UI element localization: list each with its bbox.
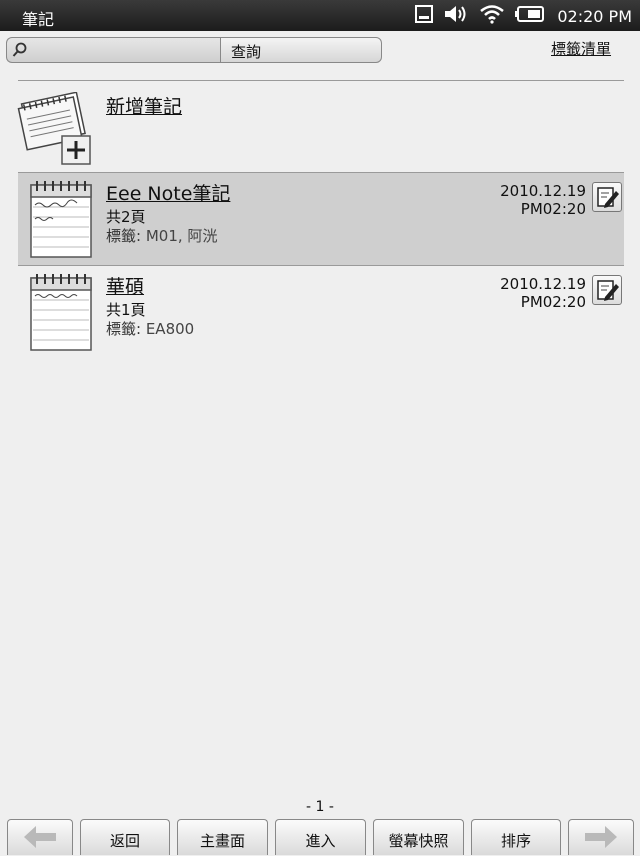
home-button[interactable]: 主畫面 — [177, 819, 268, 855]
app-title: 筆記 — [22, 10, 55, 29]
note-tags-label: 標籤: — [106, 320, 142, 338]
edit-pencil-icon — [597, 280, 619, 301]
next-page-button[interactable] — [568, 819, 634, 855]
note-page-count: 共1頁 — [106, 301, 146, 319]
keyboard-icon — [415, 5, 434, 27]
note-tags-label: 標籤: — [106, 227, 142, 245]
tag-list-link[interactable]: 標籤清單 — [551, 38, 611, 59]
page-indicator: - 1 - — [306, 799, 334, 815]
note-title[interactable]: Eee Note筆記 — [106, 179, 230, 206]
clock: 02:20 PM — [557, 6, 632, 26]
note-list-item[interactable]: Eee Note筆記 共2頁 標籤: M01, 阿洸 2010.12.19 PM… — [18, 173, 624, 265]
divider — [18, 80, 624, 81]
note-tags: EA800 — [141, 320, 195, 338]
wifi-icon — [479, 4, 505, 28]
search-field[interactable] — [6, 37, 220, 63]
note-time: PM02:20 — [520, 200, 586, 218]
notebook-thumbnail-icon — [29, 272, 93, 356]
screenshot-button[interactable]: 螢幕快照 — [373, 819, 464, 855]
notebook-thumbnail-icon — [29, 179, 93, 263]
prev-page-button[interactable] — [7, 819, 73, 855]
note-date: 2010.12.19 — [500, 182, 586, 200]
new-note-icon[interactable] — [14, 91, 94, 170]
new-note-link[interactable]: 新增筆記 — [106, 92, 182, 119]
volume-icon — [443, 4, 469, 28]
edit-note-button[interactable] — [592, 182, 622, 212]
battery-icon — [515, 5, 545, 27]
arrow-right-icon — [585, 826, 617, 848]
back-button[interactable]: 返回 — [80, 819, 170, 855]
edit-pencil-icon — [597, 187, 619, 208]
magnifier-icon — [12, 42, 28, 62]
status-bar: 筆記 02:20 PM — [0, 0, 640, 31]
note-page-count: 共2頁 — [106, 208, 146, 226]
note-list-item[interactable]: 華碩 共1頁 標籤: EA800 2010.12.19 PM02:20 — [18, 266, 624, 358]
search-button[interactable]: 查詢 — [220, 37, 382, 63]
enter-button[interactable]: 進入 — [275, 819, 366, 855]
note-tags: M01, 阿洸 — [141, 227, 218, 245]
note-title[interactable]: 華碩 — [106, 272, 144, 299]
sort-button[interactable]: 排序 — [471, 819, 561, 855]
note-date: 2010.12.19 — [500, 275, 586, 293]
edit-note-button[interactable] — [592, 275, 622, 305]
note-time: PM02:20 — [520, 293, 586, 311]
search-input[interactable] — [33, 40, 217, 62]
arrow-left-icon — [24, 826, 56, 848]
